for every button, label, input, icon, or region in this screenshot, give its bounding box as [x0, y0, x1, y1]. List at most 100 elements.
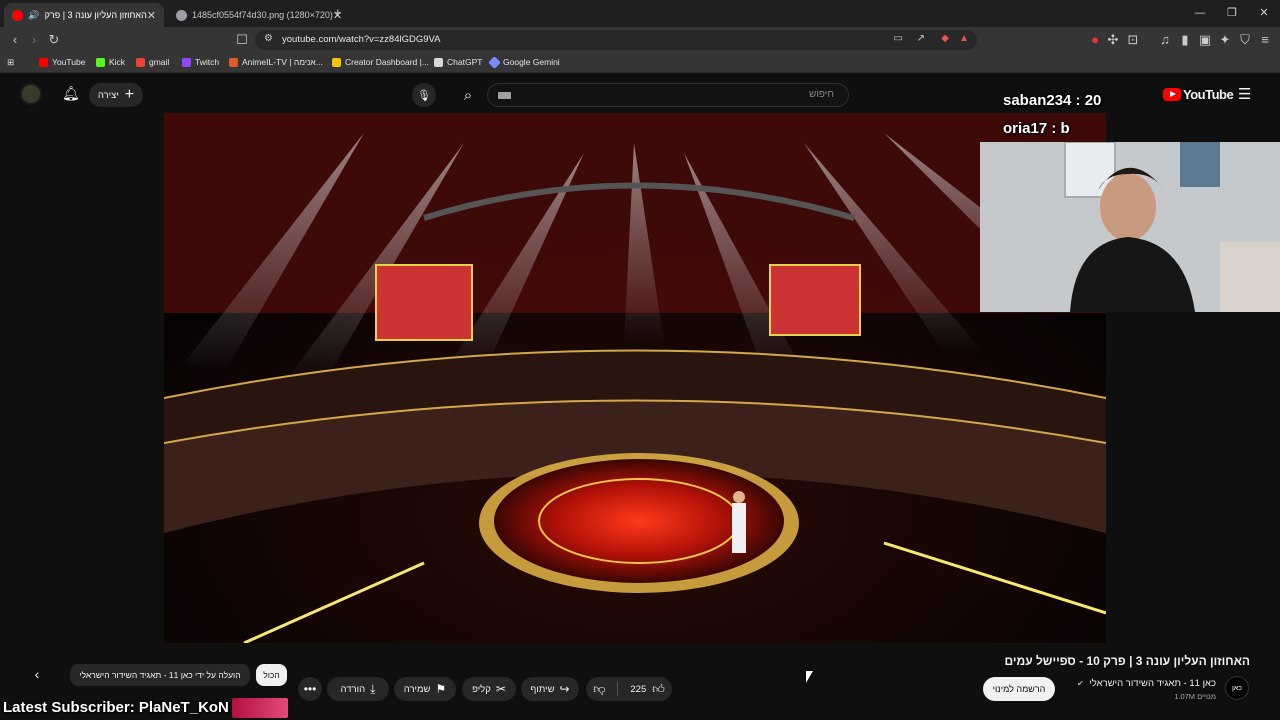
share-button[interactable]: שיתוף ↪ [521, 677, 579, 701]
ai-sparkle-icon[interactable]: ✦ [1216, 31, 1234, 49]
extensions-puzzle-icon[interactable]: ✣ [1104, 31, 1122, 49]
extension-shield-icon[interactable]: ◆ [941, 33, 949, 44]
dislike-icon[interactable]: 👎︎ [593, 682, 605, 697]
bookmark-gmail[interactable]: gmail [136, 57, 169, 67]
clip-label: קליפ [472, 683, 491, 695]
channel-name-label: כאן 11 - תאגיד השידור הישראלי [1089, 678, 1216, 689]
share-page-icon[interactable]: ↗ [917, 33, 925, 44]
bookmarks-bar: ⊞ YouTube Kick gmail Twitch AnimeIL-TV |… [0, 53, 1280, 73]
more-horizontal-icon: ••• [303, 682, 317, 696]
restore-icon[interactable]: ❐ [1216, 0, 1248, 27]
chips-prev-icon[interactable]: ‹ [28, 666, 46, 686]
youtube-logo[interactable]: YouTube [1163, 87, 1234, 102]
site-info-icon[interactable]: ⚙ [264, 33, 273, 44]
avatar[interactable] [20, 83, 42, 105]
related-thumbnail[interactable] [232, 698, 288, 718]
create-label: יצירה [97, 89, 119, 101]
address-bar[interactable]: ⚙ youtube.com/watch?v=zz84lGDG9VA ▭ ↗ ◆ … [255, 30, 977, 50]
like-icon[interactable]: 👍︎ [652, 682, 665, 697]
bookmark-star-icon[interactable]: ☐ [233, 31, 251, 49]
bookmark-kick[interactable]: Kick [96, 57, 125, 67]
sidebar-icon[interactable]: ▮ [1176, 31, 1194, 49]
minimize-icon[interactable]: — [1184, 0, 1216, 27]
video-frame-studio [164, 113, 1106, 643]
reload-icon[interactable]: ↻ [45, 31, 63, 49]
tab-title: האחוזון העליון עונה 3 | פרק 10 [43, 10, 147, 20]
stream-counter-text: saban234 : 20 [1003, 92, 1102, 109]
tab-youtube-video[interactable]: 🔊 האחוזון העליון עונה 3 | פרק 10 ✕ [4, 3, 164, 27]
browser-tab-strip: 🔊 האחוזון העליון עונה 3 | פרק 10 ✕ 1485c… [0, 0, 1280, 27]
like-dislike-group: 👎︎ 225 👍︎ [586, 677, 672, 701]
channel-avatar[interactable]: כאן [1225, 676, 1249, 700]
twitch-icon [182, 57, 191, 67]
tab-image[interactable]: 1485cf0554f74d30.png (1280×720) ✕ [168, 3, 342, 27]
guide-menu-icon[interactable]: ☰ [1238, 85, 1251, 103]
bookmark-chatgpt[interactable]: ChatGPT [434, 57, 482, 67]
logo-text: YouTube [1183, 87, 1234, 102]
bookmark-animeil[interactable]: AnimeIL-TV | אנימה... [229, 57, 323, 67]
url-text: youtube.com/watch?v=zz84lGDG9VA [282, 34, 441, 45]
bookmark-creator-dashboard[interactable]: Creator Dashboard |... [332, 57, 429, 67]
forward-icon[interactable]: › [25, 31, 43, 49]
wallet-icon[interactable]: ▣ [1196, 31, 1214, 49]
screenshot-icon[interactable]: ⊡ [1124, 31, 1142, 49]
youtube-play-icon [1163, 88, 1181, 101]
close-window-icon[interactable]: ✕ [1248, 0, 1280, 27]
share-icon: ↪ [559, 682, 570, 696]
channel-subscriber-count: 1.07M מנויים [1174, 692, 1216, 701]
gmail-icon [136, 57, 145, 67]
like-count: 225 [630, 683, 647, 695]
download-button[interactable]: הורדה ⤓ [327, 677, 389, 701]
kick-creator-icon [332, 57, 341, 67]
create-button[interactable]: יצירה + [89, 83, 143, 107]
download-icon: ⤓ [370, 681, 376, 696]
gemini-icon [488, 55, 501, 69]
webcam-frame [980, 142, 1280, 312]
channel-name[interactable]: כאן 11 - תאגיד השידור הישראלי ✔ [1066, 678, 1216, 689]
search-input[interactable]: חיפוש [487, 83, 849, 107]
globe-icon [176, 9, 187, 21]
new-tab-button[interactable]: + [334, 5, 342, 20]
scissors-icon: ✂ [495, 682, 506, 696]
chip-all[interactable]: הכול [256, 664, 287, 686]
subscribe-button[interactable]: הרשמה למינוי [983, 677, 1055, 701]
voice-search-icon[interactable]: 🎙︎ [412, 83, 436, 107]
notifications-bell-icon[interactable]: 🔔︎ [62, 85, 80, 102]
apps-grid-icon[interactable]: ⊞ [7, 57, 14, 68]
bookmark-icon: ⚑ [435, 682, 447, 696]
bookmark-twitch[interactable]: Twitch [182, 57, 219, 67]
kick-icon [96, 57, 105, 67]
window-controls: — ❐ ✕ [1184, 0, 1280, 27]
youtube-favicon-icon [12, 9, 23, 21]
mouse-cursor-icon [806, 671, 813, 683]
record-icon[interactable]: ● [1086, 31, 1104, 49]
back-icon[interactable]: ‹ [6, 31, 24, 49]
close-tab-icon[interactable]: ✕ [147, 9, 156, 22]
video-player[interactable] [164, 113, 1106, 643]
search-placeholder: חיפוש [809, 89, 834, 100]
shield-icon[interactable]: ⛉ [1236, 31, 1254, 49]
stream-chat-text: oria17 : b [1003, 120, 1070, 137]
clip-button[interactable]: קליפ ✂ [462, 677, 516, 701]
bookmark-gemini[interactable]: Google Gemini [488, 55, 560, 69]
chatgpt-icon [434, 57, 443, 67]
save-button[interactable]: שמירה ⚑ [394, 677, 456, 701]
verified-icon: ✔ [1077, 679, 1084, 688]
save-label: שמירה [403, 683, 431, 695]
tab-title: 1485cf0554f74d30.png (1280×720) [192, 10, 333, 20]
extension-warning-icon[interactable]: ▲ [959, 33, 969, 44]
bookmark-youtube[interactable]: YouTube [39, 57, 85, 67]
menu-icon[interactable]: ≡ [1256, 31, 1274, 49]
divider [617, 682, 619, 696]
speaker-icon: 🔊 [28, 9, 40, 20]
webcam-overlay [980, 142, 1280, 312]
more-actions-button[interactable]: ••• [298, 677, 322, 701]
share-label: שיתוף [530, 683, 555, 695]
video-title: האחוזון העליון עונה 3 | פרק 10 - ספיישל … [1004, 654, 1250, 668]
search-icon[interactable]: ⌕ [456, 84, 480, 108]
cast-icon[interactable]: ▭ [894, 33, 903, 44]
chip-uploader[interactable]: הועלה על ידי כאן 11 - תאגיד השידור הישרא… [70, 664, 250, 686]
youtube-icon [39, 57, 48, 67]
keyboard-icon[interactable] [498, 92, 511, 99]
media-icon[interactable]: ♫ [1156, 31, 1174, 49]
